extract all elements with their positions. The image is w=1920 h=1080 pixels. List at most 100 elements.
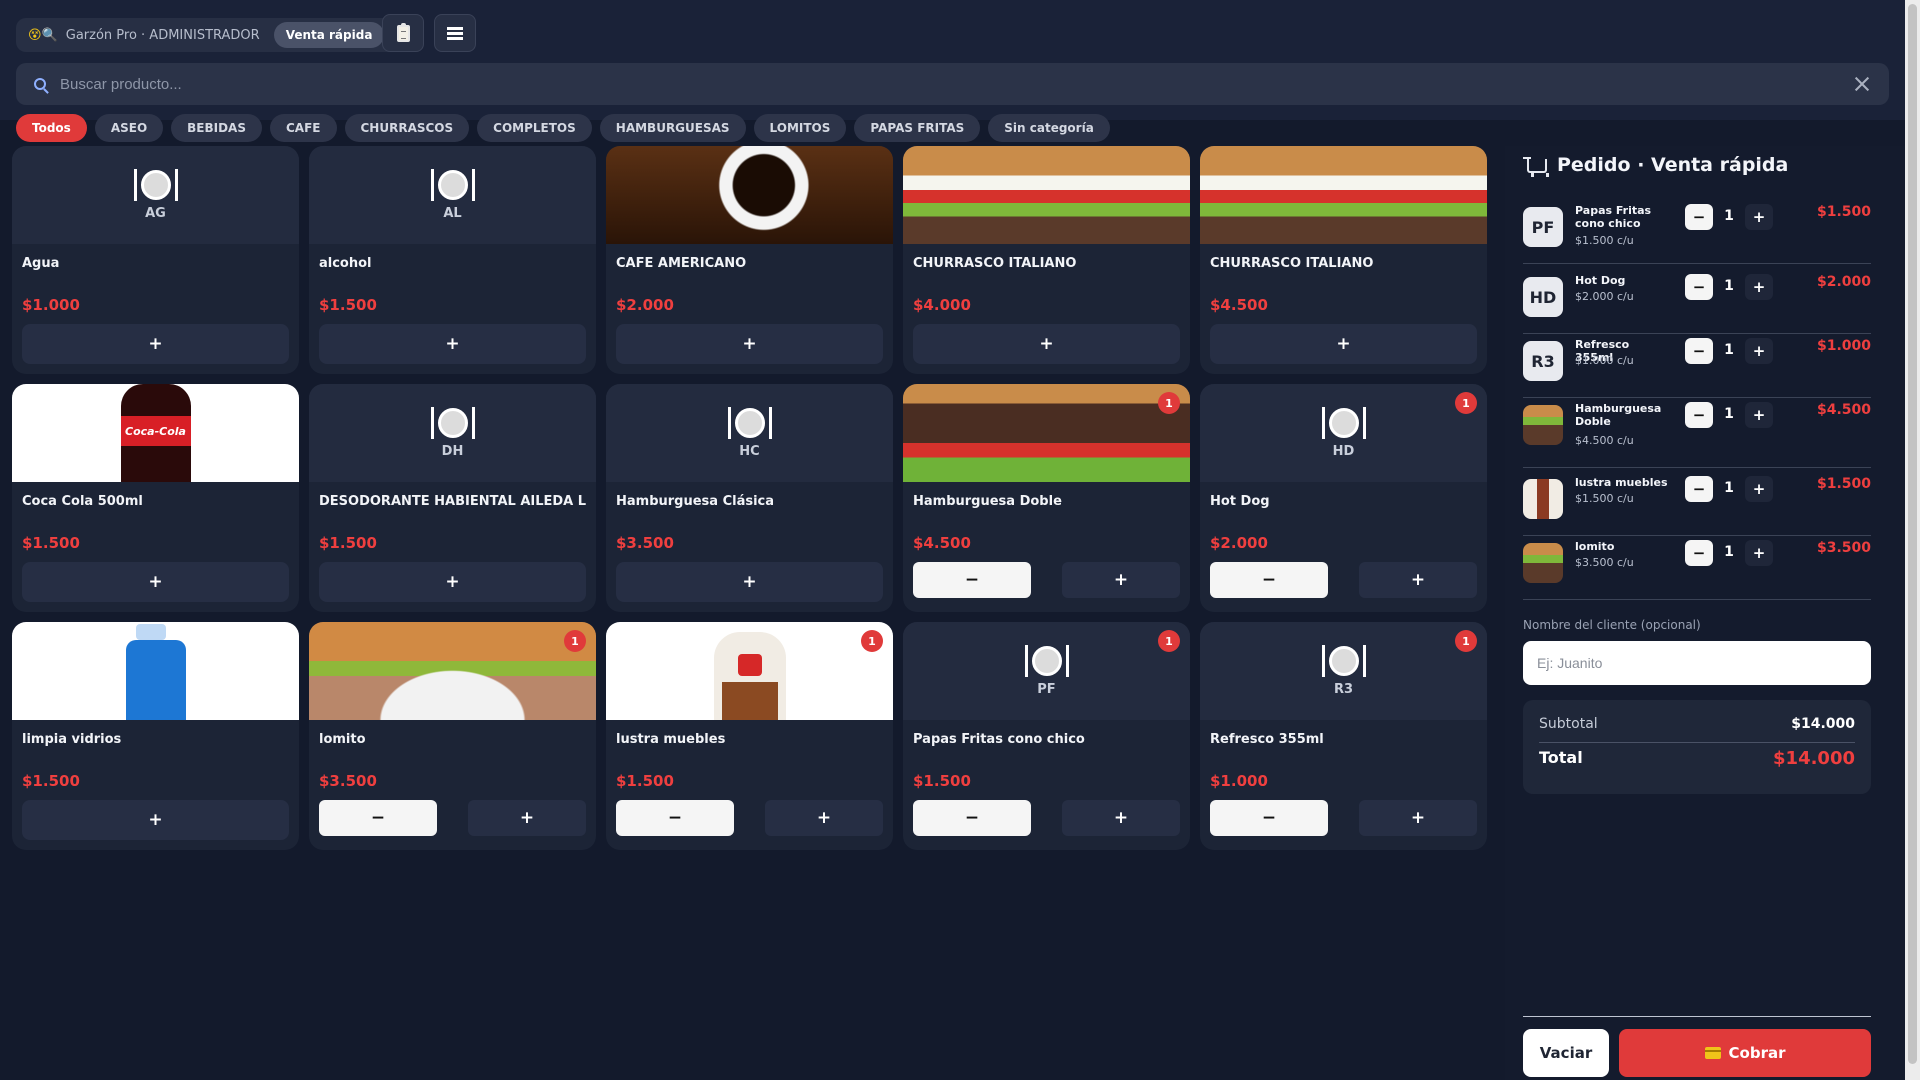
item-total: $1.500 (1816, 476, 1871, 492)
clear-order-button[interactable]: Vaciar (1523, 1029, 1609, 1077)
product-initials: HD (1332, 443, 1355, 459)
product-card: HC Hamburguesa Clásica $3.500 + (606, 384, 893, 612)
product-price: $1.500 (616, 772, 674, 790)
product-price: $1.500 (22, 534, 80, 552)
item-photo (1523, 405, 1563, 445)
total-row: Total $14.000 (1539, 748, 1855, 769)
scrollbar[interactable] (1905, 0, 1920, 1080)
order-item: Hamburguesa Doble $4.500 c/u − 1 + $4.50… (1523, 398, 1871, 468)
item-increase-button[interactable]: + (1745, 476, 1773, 502)
decrease-button[interactable]: − (1210, 562, 1328, 598)
product-name: Refresco 355ml (1210, 732, 1324, 747)
mode-pill[interactable]: Venta rápida (273, 22, 385, 48)
add-to-order-button[interactable]: + (1210, 324, 1477, 364)
orders-button[interactable] (382, 14, 424, 52)
order-title: Pedido · Venta rápida (1523, 154, 1789, 177)
category-churrascos[interactable]: CHURRASCOS (344, 114, 470, 142)
coca-cola-photo: Coca-Cola (12, 384, 299, 482)
increase-button[interactable]: + (1359, 800, 1477, 836)
totals-divider (1539, 742, 1855, 743)
item-unit-price: $1.500 c/u (1575, 492, 1634, 505)
item-total: $3.500 (1816, 540, 1871, 556)
order-title-text: Pedido · Venta rápida (1557, 154, 1789, 176)
product-card: HD 1 Hot Dog $2.000 − + (1200, 384, 1487, 612)
increase-button[interactable]: + (765, 800, 883, 836)
order-item: lomito $3.500 c/u − 1 + $3.500 (1523, 536, 1871, 600)
category-completos[interactable]: COMPLETOS (477, 114, 592, 142)
quantity-badge: 1 (1455, 392, 1477, 414)
churrasco-photo (903, 146, 1190, 244)
item-decrease-button[interactable]: − (1685, 540, 1713, 566)
item-decrease-button[interactable]: − (1685, 204, 1713, 230)
item-unit-price: $3.500 c/u (1575, 556, 1634, 569)
category-cafe[interactable]: CAFE (270, 114, 337, 142)
decrease-button[interactable]: − (913, 800, 1031, 836)
add-to-order-button[interactable]: + (319, 324, 586, 364)
product-initials: AL (443, 205, 462, 221)
item-increase-button[interactable]: + (1745, 402, 1773, 428)
item-avatar: R3 (1523, 341, 1563, 381)
product-price: $4.500 (1210, 296, 1268, 314)
category-lomitos[interactable]: LOMITOS (753, 114, 847, 142)
increase-button[interactable]: + (1062, 562, 1180, 598)
item-increase-button[interactable]: + (1745, 338, 1773, 364)
category-aseo[interactable]: ASEO (94, 114, 164, 142)
clear-search-icon[interactable] (1853, 75, 1871, 93)
item-total: $2.000 (1816, 274, 1871, 290)
category-sin-categoria[interactable]: Sin categoría (988, 114, 1110, 142)
increase-button[interactable]: + (1062, 800, 1180, 836)
category-hamburguesas[interactable]: HAMBURGUESAS (599, 114, 746, 142)
menu-button[interactable] (434, 14, 476, 52)
spray-bottle-image (125, 624, 186, 720)
search-input[interactable] (60, 75, 1853, 93)
order-item: lustra muebles $1.500 c/u − 1 + $1.500 (1523, 472, 1871, 536)
add-to-order-button[interactable]: + (22, 324, 289, 364)
category-todos[interactable]: Todos (16, 114, 87, 142)
coffee-photo (606, 146, 893, 244)
add-to-order-button[interactable]: + (22, 800, 289, 840)
category-papas-fritas[interactable]: PAPAS FRITAS (854, 114, 981, 142)
item-increase-button[interactable]: + (1745, 540, 1773, 566)
product-name: CAFE AMERICANO (616, 256, 747, 271)
search-icon (34, 78, 46, 90)
add-to-order-button[interactable]: + (616, 324, 883, 364)
customer-name-input[interactable] (1523, 641, 1871, 685)
item-decrease-button[interactable]: − (1685, 338, 1713, 364)
item-quantity: 1 (1724, 480, 1734, 496)
item-quantity: 1 (1724, 278, 1734, 294)
decrease-button[interactable]: − (913, 562, 1031, 598)
product-initials: PF (1037, 681, 1056, 697)
product-card: CHURRASCO ITALIANO $4.000 + (903, 146, 1190, 374)
item-decrease-button[interactable]: − (1685, 274, 1713, 300)
charge-label: Cobrar (1728, 1044, 1786, 1062)
product-price: $1.000 (22, 296, 80, 314)
add-to-order-button[interactable]: + (319, 562, 586, 602)
add-to-order-button[interactable]: + (616, 562, 883, 602)
category-bebidas[interactable]: BEBIDAS (171, 114, 262, 142)
app-title: Garzón Pro · ADMINISTRADOR (65, 27, 260, 43)
item-decrease-button[interactable]: − (1685, 476, 1713, 502)
decrease-button[interactable]: − (1210, 800, 1328, 836)
item-name: Hot Dog (1575, 274, 1626, 287)
product-price: $1.000 (1210, 772, 1268, 790)
decrease-button[interactable]: − (616, 800, 734, 836)
item-increase-button[interactable]: + (1745, 204, 1773, 230)
scrollbar-thumb[interactable] (1908, 4, 1917, 1064)
increase-button[interactable]: + (1359, 562, 1477, 598)
product-card: AG Agua $1.000 + (12, 146, 299, 374)
quantity-badge: 1 (861, 630, 883, 652)
item-increase-button[interactable]: + (1745, 274, 1773, 300)
add-to-order-button[interactable]: + (22, 562, 289, 602)
charge-button[interactable]: Cobrar (1619, 1029, 1871, 1077)
product-price: $1.500 (22, 772, 80, 790)
bottle-label: Coca-Cola (120, 416, 191, 446)
add-to-order-button[interactable]: + (913, 324, 1180, 364)
decrease-button[interactable]: − (319, 800, 437, 836)
total-value: $14.000 (1773, 748, 1855, 769)
plate-utensils-icon (133, 168, 178, 201)
item-unit-price: $4.500 c/u (1575, 434, 1634, 447)
item-total: $4.500 (1816, 402, 1871, 418)
item-decrease-button[interactable]: − (1685, 402, 1713, 428)
increase-button[interactable]: + (468, 800, 586, 836)
brand-emoji-icon: 😵🔍 (28, 27, 58, 43)
